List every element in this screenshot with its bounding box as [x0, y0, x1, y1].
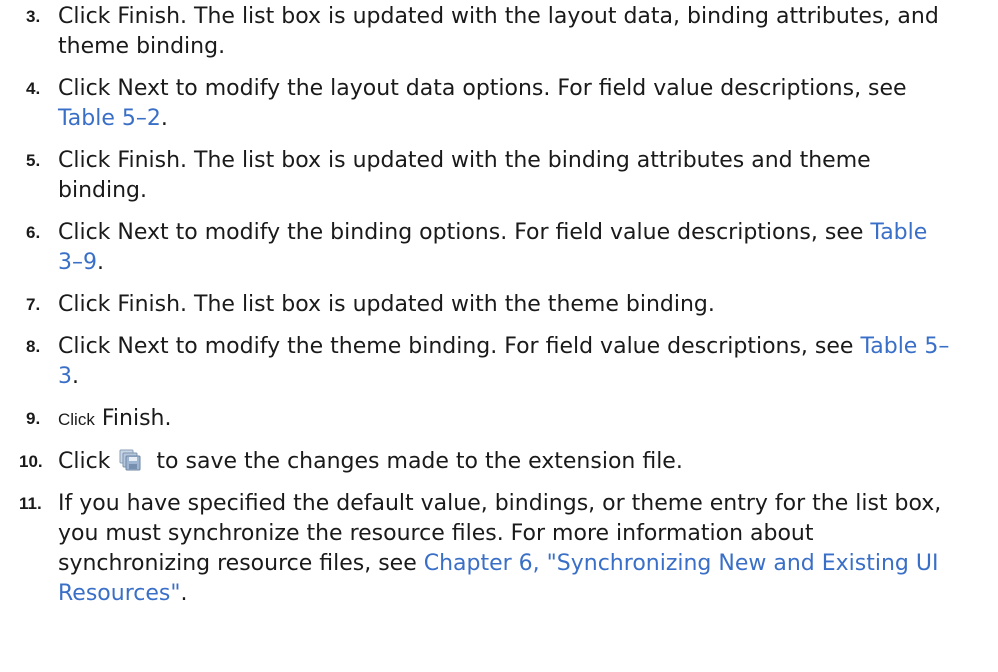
step-7: 7. Click Finish. The list box is updated…	[0, 290, 998, 320]
step-5: 5. Click Finish. The list box is updated…	[0, 146, 998, 206]
step-text-start: Click	[58, 449, 111, 474]
table-5-2-link[interactable]: Table 5–2	[58, 106, 161, 131]
step-6: 6. Click Next to modify the binding opti…	[0, 218, 998, 278]
step-number: 7.	[26, 295, 41, 314]
step-text: Click Finish. The list box is updated wi…	[58, 4, 939, 59]
step-click-word: Click	[58, 410, 95, 429]
step-number: 3.	[26, 7, 41, 26]
step-10: 10. Click to save the changes made to th…	[0, 447, 998, 477]
step-8: 8. Click Next to modify the theme bindin…	[0, 332, 998, 392]
step-number: 8.	[26, 337, 41, 356]
step-text-end: .	[72, 364, 79, 389]
step-number: 4.	[26, 79, 41, 98]
procedure-steps: 3. Click Finish. The list box is updated…	[0, 2, 998, 621]
step-text-end: .	[180, 581, 188, 606]
step-number: 6.	[26, 223, 41, 242]
step-number: 11.	[19, 494, 42, 513]
step-4: 4. Click Next to modify the layout data …	[0, 74, 998, 134]
step-text: Click Finish. The list box is updated wi…	[58, 148, 871, 203]
step-text: Finish.	[101, 406, 172, 431]
step-text: Click Next to modify the theme binding. …	[58, 334, 861, 359]
step-9: 9. Click Finish.	[0, 404, 998, 435]
step-text-end: .	[97, 250, 104, 275]
step-number: 9.	[26, 409, 41, 428]
step-number: 10.	[19, 452, 43, 471]
step-11: 11. If you have specified the default va…	[0, 489, 998, 609]
step-3: 3. Click Finish. The list box is updated…	[0, 2, 998, 62]
step-text: Click Finish. The list box is updated wi…	[58, 292, 715, 317]
step-text: to save the changes made to the extensio…	[156, 449, 683, 474]
step-text: Click Next to modify the layout data opt…	[58, 76, 907, 101]
step-text-end: .	[160, 106, 168, 131]
save-all-icon	[119, 449, 141, 471]
step-text: Click Next to modify the binding options…	[58, 220, 871, 245]
step-number: 5.	[26, 151, 41, 170]
